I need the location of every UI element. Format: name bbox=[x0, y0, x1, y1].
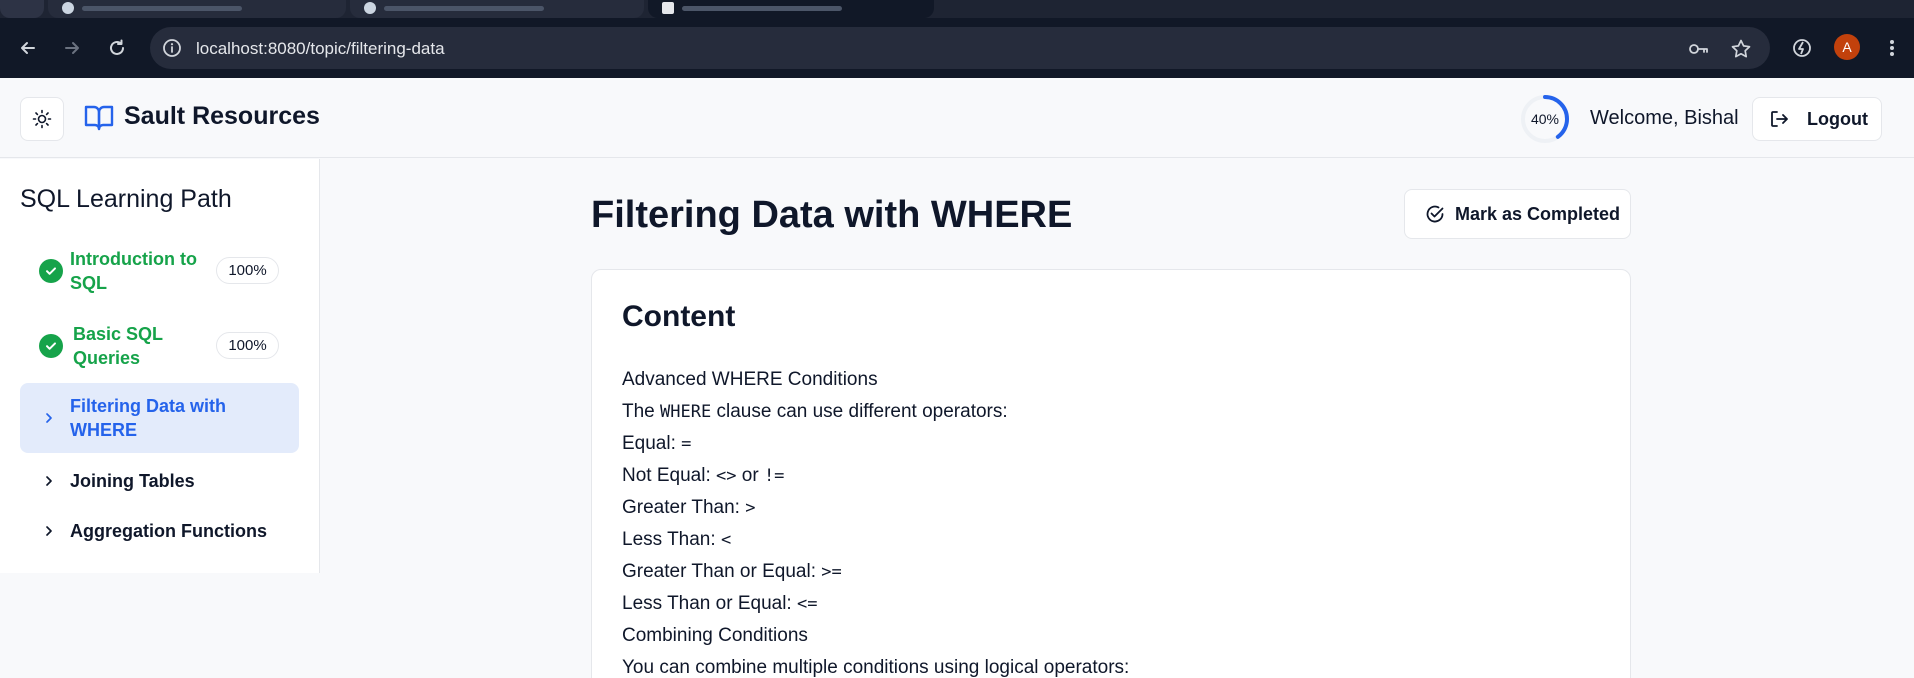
text: Not Equal: bbox=[622, 465, 716, 486]
chevron-right-icon bbox=[46, 526, 52, 536]
mark-as-completed-label: Mark as Completed bbox=[1455, 203, 1621, 224]
password-key-icon[interactable] bbox=[1687, 38, 1709, 60]
brand[interactable]: Sault Resources bbox=[84, 102, 320, 131]
content-line: Not Equal: <> or != bbox=[622, 460, 1129, 492]
sidebar-item-aggregation-functions[interactable]: Aggregation Functions bbox=[20, 509, 299, 553]
back-button[interactable] bbox=[12, 32, 44, 64]
sidebar-item-label: Joining Tables bbox=[70, 471, 195, 491]
tab-title bbox=[82, 6, 242, 11]
content-line: Less Than: < bbox=[622, 524, 1129, 556]
tab-favicon-icon bbox=[662, 2, 674, 14]
text: Equal: bbox=[622, 433, 682, 454]
label-line: Queries bbox=[73, 348, 141, 368]
content-line: You can combine multiple conditions usin… bbox=[622, 657, 1130, 678]
sidebar: SQL Learning Path Introduction to SQL 10… bbox=[0, 159, 320, 573]
overall-progress-ring: 40% bbox=[1520, 94, 1570, 144]
inline-code: < bbox=[720, 530, 732, 550]
browser-tab-strip bbox=[0, 0, 1914, 18]
mark-as-completed-button[interactable]: Mark as Completed bbox=[1404, 189, 1631, 239]
extensions-button[interactable] bbox=[1786, 32, 1818, 64]
content-body: Advanced WHERE Conditions The WHERE clau… bbox=[622, 364, 1129, 678]
text: or bbox=[736, 465, 764, 486]
book-open-icon bbox=[84, 105, 114, 130]
logout-icon bbox=[1771, 111, 1788, 127]
chevron-right-icon bbox=[46, 476, 52, 486]
extension-icon bbox=[1793, 39, 1811, 57]
browser-tab-active[interactable] bbox=[648, 0, 934, 18]
browser-menu-button[interactable] bbox=[1876, 32, 1908, 64]
label-line: Filtering Data with bbox=[70, 396, 227, 416]
chevron-right-icon bbox=[46, 413, 52, 423]
forward-arrow-icon bbox=[65, 42, 79, 54]
logout-button[interactable]: Logout bbox=[1752, 97, 1882, 141]
content-heading: Combining Conditions bbox=[622, 625, 808, 646]
inline-code: = bbox=[681, 434, 692, 454]
browser-tab[interactable] bbox=[350, 0, 644, 18]
content-heading: Advanced WHERE Conditions bbox=[622, 369, 878, 390]
url-text[interactable]: localhost:8080/topic/filtering-data bbox=[196, 39, 445, 59]
sidebar-item-filtering-data[interactable]: Filtering Data with WHERE bbox=[20, 383, 299, 453]
sidebar-item-basic-sql-queries[interactable]: Basic SQL Queries 100% bbox=[20, 318, 299, 374]
card-title: Content bbox=[622, 300, 736, 333]
label-line: WHERE bbox=[70, 420, 137, 440]
logout-label: Logout bbox=[1807, 108, 1868, 129]
check-circle-icon bbox=[39, 334, 63, 358]
inline-code: >= bbox=[821, 562, 842, 582]
page-title: Filtering Data with WHERE bbox=[591, 194, 1073, 236]
text: Greater Than: bbox=[622, 497, 746, 518]
tab-favicon-icon bbox=[62, 2, 74, 14]
site-info-icon[interactable] bbox=[162, 38, 182, 58]
content-line: Greater Than or Equal: >= bbox=[622, 556, 1129, 588]
content-line: Equal: = bbox=[622, 428, 1129, 460]
inline-code: <= bbox=[796, 594, 818, 614]
text: Less Than or Equal: bbox=[622, 593, 797, 614]
content-line: Less Than or Equal: <= bbox=[622, 588, 1129, 620]
sidebar-item-label: Introduction to SQL bbox=[70, 247, 197, 295]
app-header: Sault Resources 40% Welcome, Bishal Logo… bbox=[0, 78, 1914, 158]
text: The bbox=[622, 401, 661, 422]
check-circle-icon bbox=[39, 259, 63, 283]
sidebar-item-introduction-to-sql[interactable]: Introduction to SQL 100% bbox=[20, 243, 299, 299]
content-line: The WHERE clause can use different opera… bbox=[622, 396, 1129, 428]
text: Less Than: bbox=[622, 529, 721, 550]
profile-avatar[interactable]: A bbox=[1834, 34, 1860, 60]
reload-icon bbox=[110, 39, 124, 55]
label-line: Basic SQL bbox=[73, 324, 164, 344]
reload-button[interactable] bbox=[101, 32, 133, 64]
sidebar-item-label: Basic SQL Queries bbox=[73, 322, 163, 370]
back-arrow-icon bbox=[21, 42, 35, 54]
circle-check-icon bbox=[1426, 205, 1444, 223]
inline-code: != bbox=[763, 466, 785, 486]
browser-toolbar: localhost:8080/topic/filtering-data A bbox=[0, 18, 1914, 78]
text: clause can use different operators: bbox=[711, 401, 1008, 422]
bookmark-star-icon[interactable] bbox=[1730, 38, 1752, 60]
progress-badge: 100% bbox=[216, 257, 279, 284]
inline-code: <> bbox=[716, 466, 737, 486]
brand-name: Sault Resources bbox=[124, 102, 320, 130]
label-line: Introduction to bbox=[70, 249, 197, 269]
welcome-text: Welcome, Bishal bbox=[1590, 107, 1739, 129]
tab-title bbox=[682, 6, 842, 11]
forward-button[interactable] bbox=[56, 32, 88, 64]
content-card: Content Advanced WHERE Conditions The WH… bbox=[591, 269, 1631, 678]
browser-tab-menu[interactable] bbox=[0, 0, 44, 18]
sidebar-item-joining-tables[interactable]: Joining Tables bbox=[20, 459, 299, 503]
kebab-menu-icon bbox=[1890, 40, 1894, 56]
sidebar-item-label: Filtering Data with WHERE bbox=[70, 394, 226, 442]
progress-badge: 100% bbox=[216, 332, 279, 359]
text: Greater Than or Equal: bbox=[622, 561, 822, 582]
inline-code: WHERE bbox=[660, 402, 712, 422]
label-line: SQL bbox=[70, 273, 108, 293]
address-bar[interactable]: localhost:8080/topic/filtering-data bbox=[150, 27, 1770, 69]
sun-icon bbox=[32, 109, 52, 129]
progress-percent: 40% bbox=[1530, 111, 1560, 127]
tab-favicon-icon bbox=[364, 2, 376, 14]
theme-toggle-button[interactable] bbox=[20, 97, 64, 141]
inline-code: > bbox=[745, 498, 756, 518]
sidebar-item-label: Aggregation Functions bbox=[70, 521, 267, 541]
sidebar-title: SQL Learning Path bbox=[20, 185, 232, 213]
content-line: Greater Than: > bbox=[622, 492, 1129, 524]
tab-title bbox=[384, 6, 544, 11]
browser-tab[interactable] bbox=[48, 0, 346, 18]
